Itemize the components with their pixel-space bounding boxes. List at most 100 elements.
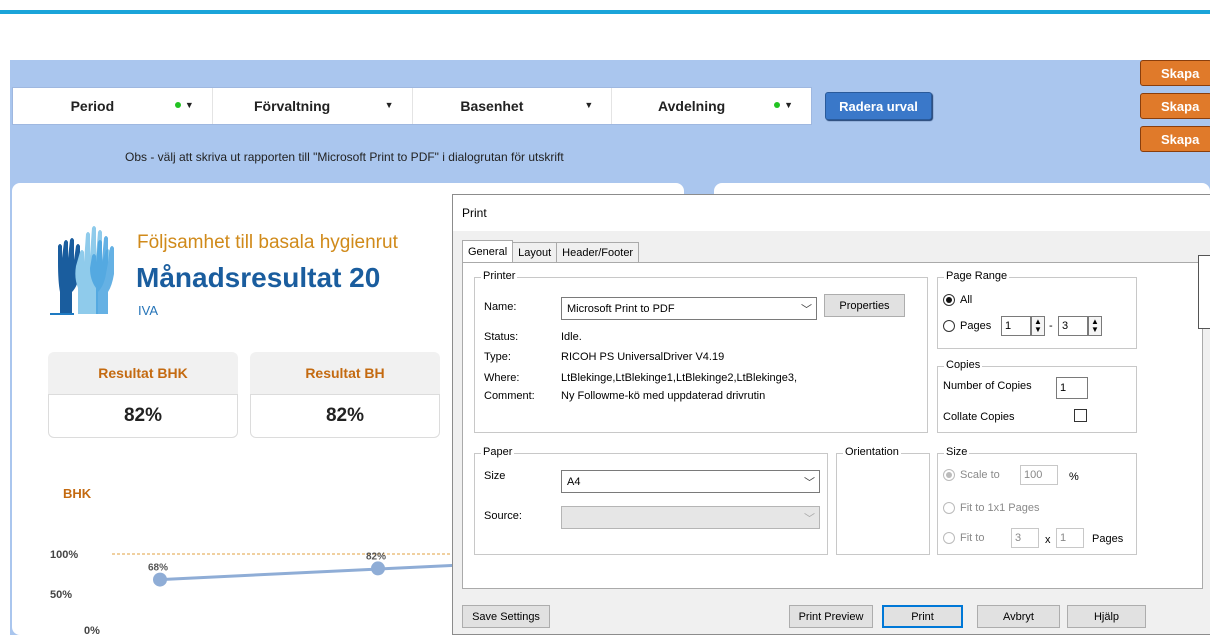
chevron-down-icon: ▼ [184,100,194,110]
tab-header-footer[interactable]: Header/Footer [556,242,640,262]
filter-avdelning[interactable]: Avdelning ▼ [612,88,811,124]
times-sign: x [1045,534,1051,546]
type-label: Type: [484,351,511,363]
page-from-spinner[interactable]: ▲ ▼ [1031,316,1045,336]
chart-title: BHK [63,486,92,501]
dialog-title: Print [453,195,1210,231]
comment-value: Ny Followme-kö med uppdaterad drivrutin [561,390,766,402]
y-tick-label: 50% [50,589,72,601]
page-to-input[interactable]: 3 [1058,316,1088,336]
print-instruction-text: Obs - välj att skriva ut rapporten till … [125,150,564,164]
help-button[interactable]: Hjälp [1067,605,1146,628]
source-label: Source: [484,510,522,522]
copies-input[interactable]: 1 [1056,377,1088,399]
all-radio[interactable] [943,294,955,306]
size-label: Size [484,470,506,482]
logo-underline [50,313,74,315]
fit-1x1-radio[interactable] [943,502,955,514]
kpi-label: Resultat BH [250,352,440,394]
hands-logo-icon [58,226,114,314]
where-value: LtBlekinge,LtBlekinge1,LtBlekinge2,LtBle… [561,372,798,384]
properties-button[interactable]: Properties [824,294,905,317]
tab-layout[interactable]: Layout [512,242,558,262]
orientation-label: Orientation [843,446,901,458]
chevron-down-icon: ▼ [384,100,394,110]
scale-input[interactable]: 100 [1020,465,1058,485]
size-group-label: Size [944,446,970,458]
percent-sign: % [1069,471,1079,483]
scale-label: Scale to [960,469,1000,481]
filter-forvaltning-label: Förvaltning [254,98,331,114]
filter-forvaltning[interactable]: Förvaltning ▼ [213,88,413,124]
pages-label: Pages [960,320,992,332]
general-pane: Printer Name: Microsoft Print to PDF ﹀ P… [462,262,1203,589]
fit-to-radio[interactable] [943,532,955,544]
kpi-value: 82% [250,394,440,438]
active-dot-icon [774,102,781,108]
data-point [371,561,385,576]
number-of-copies-label: Number of Copies [943,380,1032,392]
dialog-tabs: General Layout Header/Footer [462,240,640,262]
cancel-button[interactable]: Avbryt [977,605,1060,628]
filter-period[interactable]: Period ▼ [13,88,213,124]
chevron-down-icon: ﹀ [804,513,815,525]
data-label: 68% [148,563,168,574]
skapa-button-3[interactable]: Skapa [1140,126,1210,152]
kpi-resultat-bhk: Resultat BHK 82% [48,352,238,438]
page-from-input[interactable]: 1 [1001,316,1031,336]
skapa-button-1[interactable]: Skapa [1140,60,1210,86]
chevron-down-icon: ﹀ [801,304,812,316]
data-label: 82% [366,551,386,562]
pages-radio[interactable] [943,320,955,332]
preview-edge [1198,255,1210,329]
save-settings-button[interactable]: Save Settings [462,605,550,628]
app-window: Period ▼ Förvaltning ▼ Basenhet ▼ Avdeln… [0,0,1210,635]
paper-size-select[interactable]: A4 ﹀ [561,470,820,493]
fit-width-input[interactable]: 3 [1011,528,1039,548]
collate-label: Collate Copies [943,411,1015,423]
filter-basenhet-label: Basenhet [460,98,524,114]
print-dialog: Print General Layout Header/Footer Print… [452,194,1210,635]
radera-urval-button[interactable]: Radera urval [825,92,932,120]
collate-checkbox[interactable] [1074,409,1087,422]
bhk-line-chart: 100% 50% 0% 68% 82% [50,549,454,635]
y-tick-label: 0% [84,625,100,635]
fit-1x1-label: Fit to 1x1 Pages [960,502,1040,514]
orientation-group: Orientation [836,446,930,555]
print-button[interactable]: Print [882,605,963,628]
printer-name-select[interactable]: Microsoft Print to PDF ﹀ [561,297,817,320]
name-label: Name: [484,301,517,313]
fit-to-label: Fit to [960,532,985,544]
report-title: Följsamhet till basala hygienrut [137,232,398,253]
report-subtitle: Månadsresultat 20 [136,262,381,293]
series-line [159,563,454,582]
page-range-group: Page Range All Pages 1 ▲ ▼ - 3 ▲ ▼ [937,270,1137,349]
filter-basenhet[interactable]: Basenhet ▼ [413,88,613,124]
page-range-label: Page Range [944,270,1010,282]
paper-label: Paper [481,446,515,458]
printer-group: Printer Name: Microsoft Print to PDF ﹀ P… [474,270,928,433]
all-label: All [960,294,973,306]
scale-radio[interactable] [943,469,955,481]
active-dot-icon [174,102,181,108]
fit-height-input[interactable]: 1 [1056,528,1084,548]
copies-label: Copies [944,359,983,371]
kpi-resultat-bh: Resultat BH 82% [250,352,440,438]
report-unit: IVA [138,303,158,318]
y-tick-label: 100% [50,549,78,561]
status-label: Status: [484,331,519,343]
size-group: Size Scale to 100 % Fit to 1x1 Pages Fit… [937,446,1137,555]
page-to-spinner[interactable]: ▲ ▼ [1088,316,1102,336]
paper-group: Paper Size A4 ﹀ Source: ﹀ [474,446,828,555]
kpi-value: 82% [48,394,238,438]
print-preview-button[interactable]: Print Preview [789,605,873,628]
skapa-button-2[interactable]: Skapa [1140,93,1210,119]
filter-avdelning-label: Avdelning [658,98,726,114]
status-value: Idle. [561,331,582,343]
paper-source-select[interactable]: ﹀ [561,506,820,529]
filter-period-label: Period [70,98,115,114]
tab-general[interactable]: General [462,240,514,262]
comment-label: Comment: [484,390,535,402]
chevron-down-icon: ▼ [584,100,594,110]
range-dash: - [1049,320,1053,332]
